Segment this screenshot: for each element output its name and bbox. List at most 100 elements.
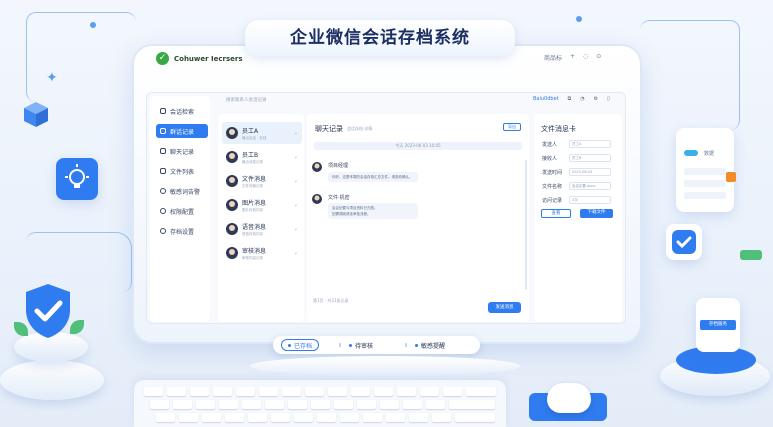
detail-label: 接收人 (542, 156, 558, 162)
window-title-tab: 企业微信会话存档系统 (245, 20, 515, 56)
platform (0, 360, 104, 400)
key (219, 400, 238, 409)
search-input[interactable]: 搜索联系人会话记录 (226, 97, 267, 103)
data-card: 数据 (676, 128, 734, 212)
sidebar-item-search[interactable]: 会话检索 (156, 104, 208, 118)
export-button[interactable]: 导出 (503, 123, 521, 131)
contact-item[interactable]: 员工B 最近消息记录 ⌄ (222, 146, 302, 168)
avatar (226, 151, 238, 163)
contact-sub: 最近消息记录 (242, 159, 263, 164)
key (305, 387, 324, 396)
chat-title: 聊天记录 (315, 125, 343, 133)
message-sender: 文件·机密 (328, 195, 350, 201)
avatar (312, 162, 322, 172)
key (202, 413, 221, 422)
bell-icon[interactable]: ◔ (580, 96, 584, 102)
detail-label: 发送人 (542, 142, 558, 148)
add-icon[interactable]: + (570, 53, 575, 62)
sidebar-item-chat-records[interactable]: 聊天记录 (156, 144, 208, 158)
message-text: 你好，这是本周的会话存档汇总文件，请查收确认。 (332, 175, 413, 179)
contact-item[interactable]: 员工A 最近会话 · 在线 ⌄ (222, 122, 302, 144)
lightbulb-icon (65, 164, 89, 188)
status-label: 已存档 (294, 342, 313, 350)
key (248, 413, 267, 422)
key (340, 413, 359, 422)
status-label: 待审核 (355, 342, 374, 350)
sidebar-item-files[interactable]: 文件列表 (156, 164, 208, 178)
contact-item[interactable]: 图片消息 图片存档内容 ⌄ (222, 194, 302, 216)
key (196, 400, 215, 409)
cube-icon (22, 100, 48, 127)
key (271, 413, 290, 422)
view-button[interactable]: 查看 (541, 209, 571, 218)
contact-name: 文件消息 (242, 175, 267, 183)
key (403, 400, 422, 409)
decor-dot (90, 22, 96, 28)
key (466, 387, 496, 396)
status-pending[interactable]: 待审核 (349, 340, 373, 350)
key (317, 413, 336, 422)
sidebar-item-label: 群话记录 (170, 128, 195, 136)
top-action[interactable]: 商品标 (544, 53, 562, 62)
contact-name: 员工B (242, 151, 259, 159)
key (179, 413, 198, 422)
chat-scrollbar[interactable] (525, 160, 527, 290)
cloud-icon (684, 150, 698, 156)
key (449, 400, 495, 409)
key (432, 413, 451, 422)
status-archived[interactable]: 已存档 (281, 339, 320, 351)
contact-item[interactable]: 文件消息 文件传输记录 ⌄ (222, 170, 302, 192)
avatar (312, 194, 322, 204)
green-pill-icon (740, 250, 762, 260)
decor-line (640, 20, 740, 130)
monitor-stand (250, 356, 520, 376)
sparkle-icon: ✦ (46, 70, 58, 86)
key (190, 387, 209, 396)
sidebar-item-label: 会话检索 (170, 108, 195, 116)
status-sensitive[interactable]: 敏感提醒 (415, 340, 445, 350)
chat-footer: 第1页 · 共23条记录 (313, 298, 349, 303)
status-dot (288, 343, 291, 347)
chevron-down-icon: ⌄ (293, 202, 298, 208)
download-button[interactable]: 下载文件 (580, 209, 613, 218)
shield-check-icon (22, 282, 74, 344)
contact-list: 员工A 最近会话 · 在线 ⌄ 员工B 最近消息记录 ⌄ 文件消息 文件传输记录 ⌄ … (218, 114, 304, 322)
key (334, 400, 353, 409)
detail-value: 3次 (569, 196, 611, 204)
brand-name: Cohuwer Iecrsers (174, 54, 243, 63)
list-icon[interactable]: ▯ (607, 96, 610, 102)
brand-logo[interactable]: ✓ Cohuwer Iecrsers (156, 52, 243, 65)
avatar (226, 199, 238, 211)
user-icon (160, 188, 166, 194)
sidebar-item-group-records[interactable]: 群话记录 (156, 124, 208, 138)
key (380, 400, 399, 409)
send-button[interactable]: 发送消息 (488, 302, 521, 313)
key (420, 387, 439, 396)
detail-value: 员工B (569, 154, 611, 162)
export-icon[interactable]: ⧉ (568, 96, 572, 102)
account-name[interactable]: Baiu0dbet (533, 96, 559, 102)
avatar (226, 223, 238, 235)
storage-device: 存档服务 (696, 298, 740, 352)
sidebar-item-alerts[interactable]: 敏感词告警 (156, 184, 208, 198)
sidebar-item-label: 敏感词告警 (170, 188, 201, 196)
checkmark-icon (672, 230, 696, 254)
message-bubble: 会议纪要与项目资料已归档， 如需调阅请走审批流程。 (328, 203, 418, 219)
detail-value: 2023-06-03 (569, 168, 611, 176)
sidebar-item-archive-settings[interactable]: 存档设置 (156, 224, 208, 238)
leaf-icon (70, 320, 84, 334)
contact-sub: 最近会话 · 在线 (242, 135, 267, 140)
status-dot (349, 343, 352, 347)
sidebar-item-permissions[interactable]: 权限配置 (156, 204, 208, 218)
notification-icon[interactable]: ◌ (583, 53, 588, 62)
user-menu-icon[interactable]: ⊙ (596, 53, 601, 62)
key (167, 387, 186, 396)
contact-item[interactable]: 语音消息 语音存档内容 ⌄ (222, 218, 302, 240)
contact-item[interactable]: 审核消息 审核内容记录 ⌄ (222, 242, 302, 264)
key (294, 413, 313, 422)
home-icon (160, 128, 166, 134)
check-logo-icon: ✓ (156, 52, 169, 65)
key (173, 400, 192, 409)
gear-icon[interactable]: ⚙ (594, 96, 598, 102)
bulb-card (56, 158, 98, 200)
